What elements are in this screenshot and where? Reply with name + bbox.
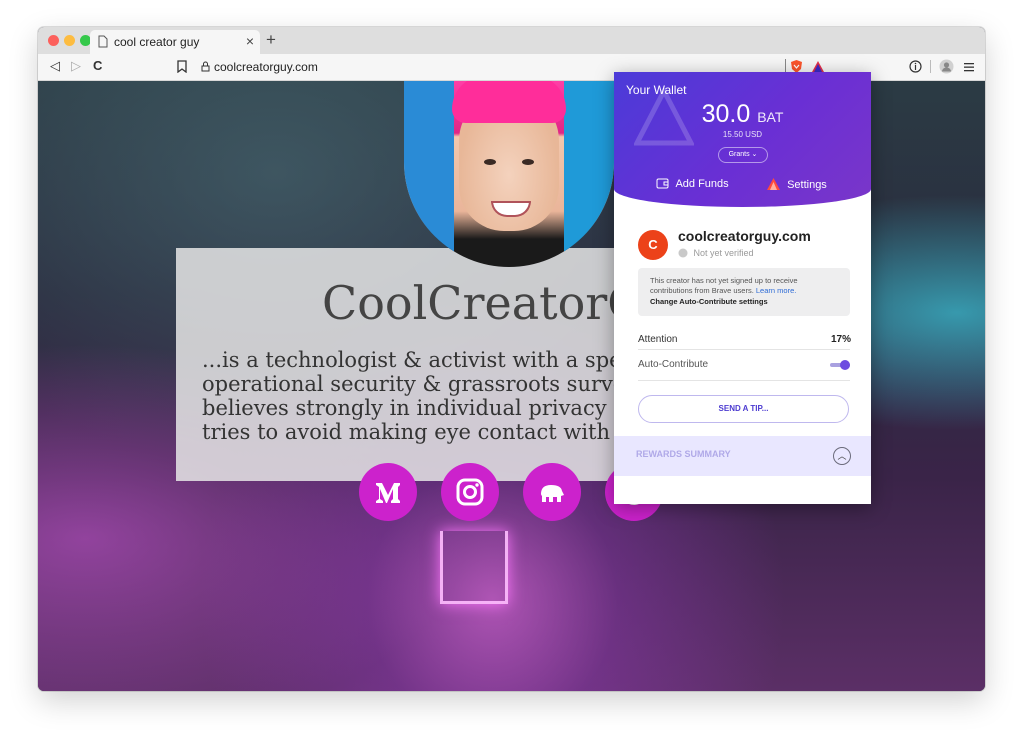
lock-icon — [201, 61, 210, 72]
info-icon[interactable] — [909, 60, 922, 73]
verification-text: Not yet verified — [694, 248, 754, 258]
notice-line: contributions from Brave users. — [650, 286, 754, 295]
creator-name-heading: CoolCreatorGuy — [322, 276, 646, 330]
forward-button[interactable]: ▷ — [71, 58, 81, 74]
tab-close-icon[interactable]: × — [246, 33, 254, 49]
balance-unit: BAT — [757, 109, 783, 125]
bio-line: operational security & grassroots survei… — [202, 372, 642, 396]
background-neon-light — [440, 531, 508, 604]
instagram-icon — [455, 477, 485, 507]
tab-title: cool creator guy — [114, 35, 199, 49]
bio-line: ...is a technologist & activist with a s… — [202, 348, 642, 372]
divider — [638, 380, 850, 381]
close-window-button[interactable] — [48, 35, 59, 46]
creator-avatar — [404, 81, 614, 267]
back-button[interactable]: ◁ — [50, 58, 60, 74]
settings-button[interactable]: Settings — [767, 178, 827, 191]
add-funds-label: Add Funds — [675, 178, 728, 190]
browser-tab[interactable]: cool creator guy × — [90, 30, 260, 54]
reload-button[interactable]: C — [93, 58, 102, 73]
creator-bio: ...is a technologist & activist with a s… — [202, 348, 642, 444]
url-text[interactable]: coolcreatorguy.com — [214, 60, 318, 74]
send-tip-button[interactable]: SEND A TIP... — [638, 395, 849, 423]
settings-label: Settings — [787, 179, 827, 191]
bio-line: believes strongly in individual privacy … — [202, 396, 642, 420]
rewards-summary-bar[interactable]: REWARDS SUMMARY ︿ — [614, 436, 871, 476]
verification-status: Not yet verified — [678, 248, 754, 258]
divider — [638, 349, 850, 350]
creator-bio-panel: CoolCreatorGuy ...is a technologist & ac… — [176, 248, 646, 481]
grants-dropdown[interactable]: Grants ⌄ — [718, 147, 768, 163]
toolbar-divider — [930, 60, 931, 73]
wallet-title: Your Wallet — [626, 83, 686, 97]
auto-contribute-toggle[interactable] — [830, 360, 850, 370]
add-funds-button[interactable]: Add Funds — [656, 178, 729, 190]
unverified-notice: This creator has not yet signed up to re… — [638, 268, 850, 316]
instagram-link[interactable] — [441, 463, 499, 521]
medium-link[interactable] — [359, 463, 417, 521]
wallet-balance: 30.0 BAT — [614, 100, 871, 129]
browser-window: cool creator guy × + ◁ ▷ C coolcreatorgu… — [38, 27, 985, 691]
minimize-window-button[interactable] — [64, 35, 75, 46]
balance-amount: 30.0 — [702, 100, 751, 128]
mastodon-link[interactable] — [523, 463, 581, 521]
new-tab-button[interactable]: + — [266, 30, 276, 50]
wallet-header: Your Wallet 30.0 BAT 15.50 USD Grants ⌄ … — [614, 72, 871, 207]
attention-value: 17% — [831, 334, 851, 345]
mastodon-icon — [537, 477, 567, 507]
balance-usd: 15.50 USD — [614, 130, 871, 139]
rewards-summary-label: REWARDS SUMMARY — [636, 449, 731, 459]
notice-line: This creator has not yet signed up to re… — [650, 276, 798, 285]
medium-icon — [373, 477, 403, 507]
chevron-down-icon: ⌄ — [752, 151, 758, 158]
bat-logo-icon — [767, 178, 780, 190]
attention-label: Attention — [638, 334, 677, 345]
profile-icon[interactable] — [939, 59, 954, 74]
unverified-icon — [678, 248, 688, 258]
auto-contribute-label: Auto-Contribute — [638, 359, 708, 370]
bio-line: tries to avoid making eye contact with s… — [202, 420, 642, 444]
site-avatar: C — [638, 230, 668, 260]
grants-label: Grants — [729, 151, 750, 158]
chevron-up-icon[interactable]: ︿ — [833, 447, 851, 465]
learn-more-link[interactable]: Learn more. — [756, 286, 796, 295]
bookmark-icon[interactable] — [177, 60, 187, 73]
change-auto-contribute-link[interactable]: Change Auto-Contribute settings — [650, 297, 768, 306]
site-name: coolcreatorguy.com — [678, 228, 811, 244]
page-icon — [98, 35, 108, 48]
tab-bar: cool creator guy × + — [38, 27, 985, 54]
rewards-wallet-popup: Your Wallet 30.0 BAT 15.50 USD Grants ⌄ … — [614, 72, 871, 504]
wallet-icon — [656, 178, 669, 189]
menu-icon[interactable] — [964, 62, 974, 72]
